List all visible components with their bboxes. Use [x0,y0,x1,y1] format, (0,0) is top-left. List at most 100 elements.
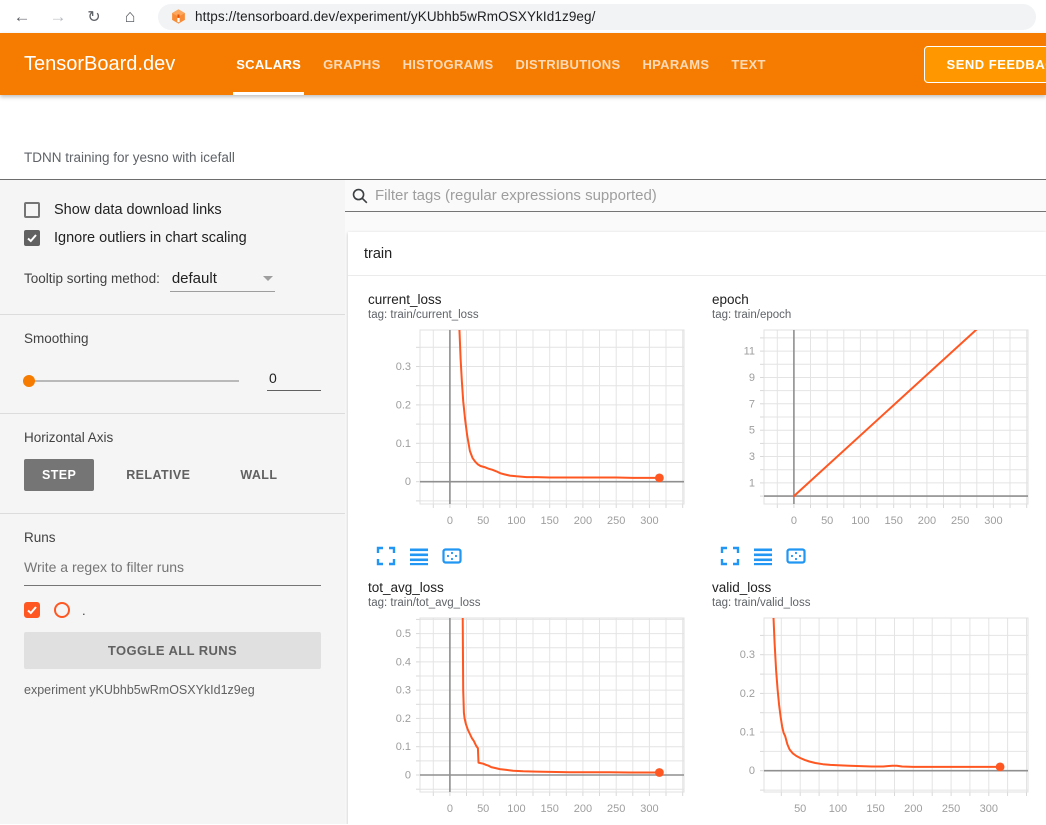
tooltip-sorting-value: default [172,270,245,287]
svg-text:0.3: 0.3 [396,361,411,373]
smoothing-slider-thumb[interactable] [23,375,35,387]
svg-text:9: 9 [749,372,755,384]
svg-text:3: 3 [749,451,755,463]
runs-regex-input[interactable]: Write a regex to filter runs [24,559,321,586]
smoothing-value-input[interactable]: 0 [267,370,321,391]
svg-text:0.2: 0.2 [396,399,411,411]
run-checkbox[interactable] [24,602,40,618]
svg-text:300: 300 [640,515,658,527]
chart-plot[interactable]: 0501001502002503001357911 [712,327,1036,538]
svg-text:0: 0 [749,765,755,777]
svg-text:200: 200 [574,515,592,527]
chart-tag: tag: train/tot_avg_loss [368,597,692,609]
fit-domain-icon[interactable] [786,546,806,566]
tensorboard-favicon [170,8,187,25]
nav-tabs: SCALARS GRAPHS HISTOGRAMS DISTRIBUTIONS … [225,33,777,95]
tag-group-header[interactable]: train [348,232,1046,276]
tab-hparams[interactable]: HPARAMS [631,33,720,95]
browser-home-icon[interactable] [118,5,142,29]
scalars-main: Filter tags (regular expressions support… [345,180,1046,824]
run-name: . [82,603,86,618]
chart-plot[interactable]: 5010015020025030000.10.20.3 [712,615,1036,824]
svg-text:100: 100 [507,803,525,815]
chart-plot[interactable]: 05010015020025030000.10.20.3 [368,327,692,538]
chart-tag: tag: train/valid_loss [712,597,1036,609]
browser-back-icon[interactable] [10,5,34,29]
chevron-down-icon [263,276,273,281]
svg-text:0.2: 0.2 [396,713,411,725]
axis-step-button[interactable]: STEP [24,459,94,491]
svg-text:0.5: 0.5 [396,628,411,640]
svg-text:100: 100 [507,515,525,527]
svg-text:200: 200 [574,803,592,815]
tab-graphs[interactable]: GRAPHS [312,33,391,95]
ignore-outliers-checkbox[interactable] [24,230,40,246]
axis-relative-button[interactable]: RELATIVE [108,459,208,491]
svg-text:250: 250 [951,515,969,527]
svg-text:300: 300 [980,803,998,815]
filter-tags-placeholder: Filter tags (regular expressions support… [375,187,657,204]
tensorboard-logo[interactable]: TensorBoard.dev [24,53,175,76]
tag-group-title: train [364,246,392,262]
svg-text:0.2: 0.2 [740,688,755,700]
check-icon [26,232,38,244]
axis-wall-button[interactable]: WALL [222,459,295,491]
filter-tags-input[interactable]: Filter tags (regular expressions support… [345,180,1046,212]
run-color-swatch-icon [54,602,70,618]
svg-text:150: 150 [885,515,903,527]
browser-toolbar: https://tensorboard.dev/experiment/yKUbh… [0,0,1046,33]
tag-group-card: train current_loss tag: train/current_lo… [348,232,1046,824]
svg-text:0.4: 0.4 [396,656,411,668]
svg-text:50: 50 [477,515,489,527]
svg-text:0: 0 [405,476,411,488]
svg-text:0.1: 0.1 [396,438,411,450]
svg-text:5: 5 [749,425,755,437]
fit-domain-icon[interactable] [442,546,462,566]
tab-histograms[interactable]: HISTOGRAMS [392,33,505,95]
svg-text:0.1: 0.1 [396,741,411,753]
svg-text:50: 50 [794,803,806,815]
svg-text:0.3: 0.3 [396,685,411,697]
tab-text[interactable]: TEXT [720,33,776,95]
send-feedback-button[interactable]: SEND FEEDBACK [924,46,1046,83]
tab-scalars[interactable]: SCALARS [225,33,312,95]
tooltip-sorting-select[interactable]: default [170,268,275,292]
svg-text:100: 100 [829,803,847,815]
browser-reload-icon[interactable] [82,5,106,29]
svg-text:300: 300 [640,803,658,815]
tooltip-sorting-label: Tooltip sorting method: [24,271,160,286]
svg-text:150: 150 [866,803,884,815]
tab-distributions[interactable]: DISTRIBUTIONS [504,33,631,95]
show-download-links-checkbox[interactable] [24,202,40,218]
smoothing-slider[interactable] [24,380,239,382]
expand-chart-icon[interactable] [720,546,740,566]
chart-card-epoch: epoch tag: train/epoch 05010015020025030… [692,288,1036,576]
svg-text:7: 7 [749,398,755,410]
show-download-links-row: Show data download links [24,202,321,218]
log-scale-icon[interactable] [409,546,429,566]
expand-chart-icon[interactable] [376,546,396,566]
svg-text:50: 50 [821,515,833,527]
chart-title: tot_avg_loss [368,580,692,595]
svg-text:0.3: 0.3 [740,649,755,661]
chart-tag: tag: train/current_loss [368,309,692,321]
svg-text:250: 250 [607,515,625,527]
svg-text:150: 150 [541,515,559,527]
chart-title: current_loss [368,292,692,307]
settings-sidebar: Show data download links Ignore outliers… [0,180,345,824]
svg-text:150: 150 [541,803,559,815]
browser-forward-icon[interactable] [46,5,70,29]
ignore-outliers-row: Ignore outliers in chart scaling [24,230,321,246]
chart-title: epoch [712,292,1036,307]
svg-text:250: 250 [942,803,960,815]
svg-text:11: 11 [744,346,755,358]
runs-regex-placeholder: Write a regex to filter runs [24,559,184,575]
toggle-all-runs-button[interactable]: TOGGLE ALL RUNS [24,632,321,669]
chart-plot[interactable]: 05010015020025030000.10.20.30.40.5 [368,615,692,824]
chart-card-tot-avg-loss: tot_avg_loss tag: train/tot_avg_loss 050… [348,576,692,824]
svg-text:200: 200 [918,515,936,527]
log-scale-icon[interactable] [753,546,773,566]
chart-tag: tag: train/epoch [712,309,1036,321]
url-text: https://tensorboard.dev/experiment/yKUbh… [195,9,596,24]
address-bar[interactable]: https://tensorboard.dev/experiment/yKUbh… [158,4,1036,30]
